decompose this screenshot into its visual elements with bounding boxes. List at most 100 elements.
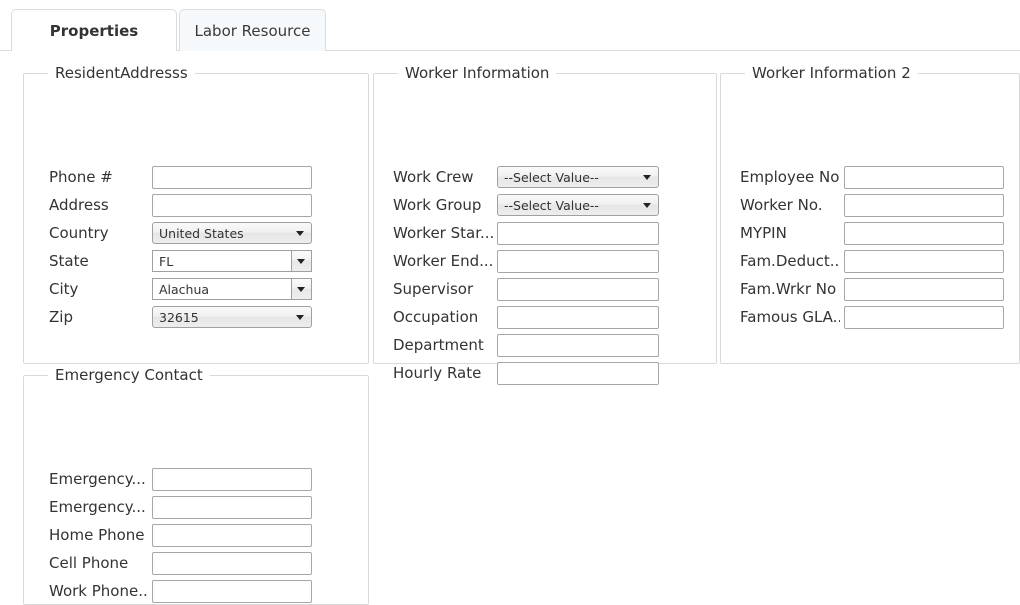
input-supervisor[interactable]: [497, 277, 659, 301]
label-work-group: Work Group: [393, 196, 482, 214]
form-row-country: Country United States: [49, 221, 312, 245]
form-row-work-phone: Work Phone...: [49, 579, 312, 603]
label-address: Address: [49, 196, 109, 214]
input-fam-deduct[interactable]: [844, 249, 1004, 273]
form-row-department: Department: [393, 333, 659, 357]
select-country-value: United States: [159, 225, 244, 241]
form-row-emergency: Emergency...: [49, 495, 312, 519]
chevron-down-icon: [643, 203, 651, 208]
select-work-group[interactable]: --Select Value--: [497, 194, 659, 216]
fieldset-emergency-contact-legend: Emergency Contact: [48, 366, 210, 385]
form-row-supervisor: Supervisor: [393, 277, 659, 301]
label-city: City: [49, 280, 79, 298]
fieldset-worker-information: Worker Information Work Crew --Select Val…: [373, 64, 717, 385]
fieldset-resident-address-legend: ResidentAddresss: [48, 64, 195, 83]
input-famous-gla[interactable]: [844, 305, 1004, 329]
form-row-city: City Alachua: [49, 277, 312, 301]
form-row-cell-phone: Cell Phone: [49, 551, 312, 575]
combobox-state-toggle[interactable]: [291, 250, 312, 272]
input-fam-wrkr-no[interactable]: [844, 277, 1004, 301]
form-row-famous-gla: Famous GLA...: [740, 305, 1004, 329]
form-row-worker-star: Worker Star...: [393, 221, 659, 245]
chevron-down-icon: [296, 231, 304, 236]
select-work-crew-value: --Select Value--: [504, 169, 599, 185]
combobox-city[interactable]: Alachua: [152, 278, 312, 300]
chevron-down-icon: [297, 287, 305, 292]
select-work-group-value: --Select Value--: [504, 197, 599, 213]
form-row-work-group: Work Group --Select Value--: [393, 193, 659, 217]
label-emergency: Emergency...: [49, 470, 146, 488]
label-worker-no: Worker No.: [740, 196, 823, 214]
label-state: State: [49, 252, 89, 270]
input-hourly-rate[interactable]: [497, 361, 659, 385]
input-phone[interactable]: [152, 165, 312, 189]
form-row-home-phone: Home Phone: [49, 523, 312, 547]
combobox-state-value[interactable]: FL: [152, 250, 291, 272]
label-occupation: Occupation: [393, 308, 479, 326]
label-emergency: Emergency...: [49, 498, 146, 516]
label-country: Country: [49, 224, 109, 242]
form-row-zip: Zip 32615: [49, 305, 312, 329]
tab-properties-label: Properties: [49, 21, 139, 40]
fieldset-worker-information-2-legend: Worker Information 2: [745, 64, 918, 83]
form-row-employee-no: Employee No.: [740, 165, 1004, 189]
label-department: Department: [393, 336, 484, 354]
tab-properties[interactable]: Properties: [11, 9, 177, 52]
label-work-phone: Work Phone...: [49, 582, 148, 600]
fieldset-worker-information-2: Worker Information 2 Employee No. Worker …: [720, 64, 1020, 364]
select-zip[interactable]: 32615: [152, 306, 312, 328]
label-zip: Zip: [49, 308, 73, 326]
form-row-worker-no: Worker No.: [740, 193, 1004, 217]
input-address[interactable]: [152, 193, 312, 217]
form-row-address: Address: [49, 193, 312, 217]
input-home-phone[interactable]: [152, 523, 312, 547]
select-country[interactable]: United States: [152, 222, 312, 244]
tab-labor-resource-label: Labor Resource: [194, 21, 311, 40]
chevron-down-icon: [643, 175, 651, 180]
combobox-city-value[interactable]: Alachua: [152, 278, 291, 300]
label-fam-deduct: Fam.Deduct...: [740, 252, 840, 270]
input-cell-phone[interactable]: [152, 551, 312, 575]
label-mypin: MYPIN: [740, 224, 787, 242]
chevron-down-icon: [297, 259, 305, 264]
input-worker-no[interactable]: [844, 193, 1004, 217]
label-worker-star: Worker Star...: [393, 224, 493, 242]
properties-panel: ResidentAddresss Phone # Address Country Un…: [0, 51, 1020, 605]
form-row-work-crew: Work Crew --Select Value--: [393, 165, 659, 189]
label-work-crew: Work Crew: [393, 168, 474, 186]
combobox-state[interactable]: FL: [152, 250, 312, 272]
combobox-city-toggle[interactable]: [291, 278, 312, 300]
input-work-phone[interactable]: [152, 579, 312, 603]
tab-strip: Properties Labor Resource: [0, 0, 1020, 52]
input-mypin[interactable]: [844, 221, 1004, 245]
chevron-down-icon: [296, 315, 304, 320]
input-department[interactable]: [497, 333, 659, 357]
form-row-emergency: Emergency...: [49, 467, 312, 491]
form-row-phone: Phone #: [49, 165, 312, 189]
form-row-fam-wrkr-no: Fam.Wrkr No: [740, 277, 1004, 301]
label-home-phone: Home Phone: [49, 526, 145, 544]
input-employee-no[interactable]: [844, 165, 1004, 189]
tab-labor-resource[interactable]: Labor Resource: [179, 9, 326, 51]
input-worker-end[interactable]: [497, 249, 659, 273]
form-row-worker-end: Worker End...: [393, 249, 659, 273]
label-phone: Phone #: [49, 168, 113, 186]
form-row-mypin: MYPIN: [740, 221, 1004, 245]
input-occupation[interactable]: [497, 305, 659, 329]
label-supervisor: Supervisor: [393, 280, 474, 298]
input-emergency[interactable]: [152, 467, 312, 491]
form-row-occupation: Occupation: [393, 305, 659, 329]
label-worker-end: Worker End...: [393, 252, 493, 270]
label-famous-gla: Famous GLA...: [740, 308, 840, 326]
label-employee-no: Employee No.: [740, 168, 840, 186]
form-row-fam-deduct: Fam.Deduct...: [740, 249, 1004, 273]
fieldset-emergency-contact: Emergency Contact Emergency... Emergency.…: [23, 366, 369, 605]
form-row-hourly-rate: Hourly Rate: [393, 361, 659, 385]
label-fam-wrkr-no: Fam.Wrkr No: [740, 280, 837, 298]
select-zip-value: 32615: [159, 309, 199, 325]
fieldset-resident-address: ResidentAddresss Phone # Address Country Un…: [23, 64, 369, 364]
select-work-crew[interactable]: --Select Value--: [497, 166, 659, 188]
input-emergency[interactable]: [152, 495, 312, 519]
input-worker-star[interactable]: [497, 221, 659, 245]
label-cell-phone: Cell Phone: [49, 554, 129, 572]
